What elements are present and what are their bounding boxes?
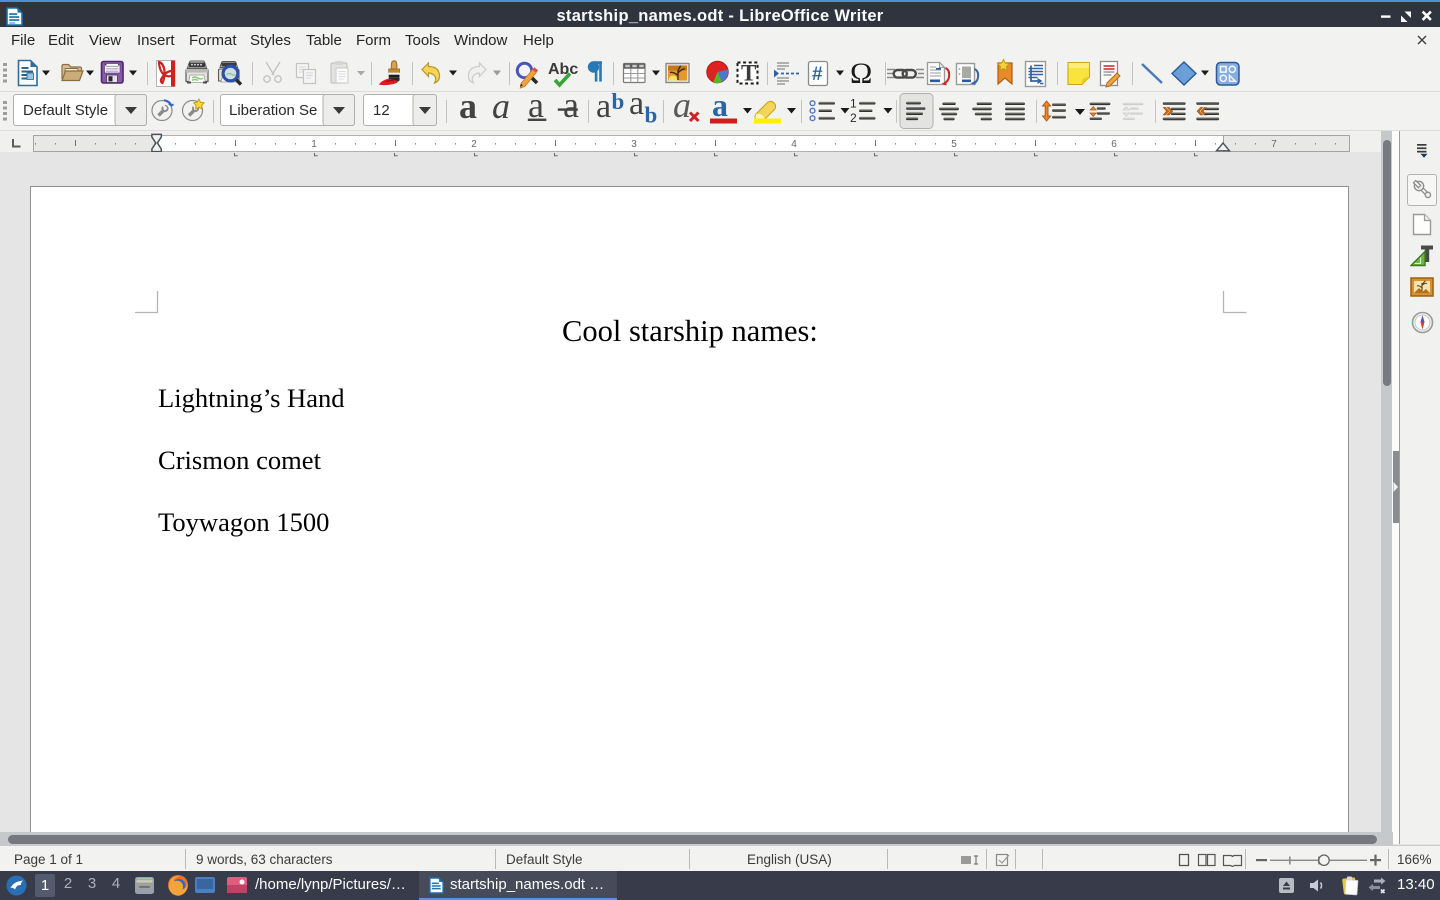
svg-text:1: 1: [311, 139, 317, 150]
svg-text:4: 4: [791, 139, 797, 150]
svg-text:a: a: [629, 92, 644, 122]
svg-text:b: b: [645, 103, 658, 128]
svg-text:1: 1: [850, 97, 857, 111]
svg-text:Ω: Ω: [850, 57, 872, 90]
svg-text:12: 12: [373, 102, 390, 119]
svg-text:2: 2: [471, 139, 477, 150]
svg-text:a: a: [492, 92, 510, 126]
svg-text:Default Style: Default Style: [23, 102, 108, 119]
svg-text:a: a: [712, 92, 728, 123]
svg-text:a: a: [673, 92, 691, 125]
svg-text:3: 3: [631, 139, 637, 150]
svg-text:Abc: Abc: [548, 61, 578, 78]
svg-text:2: 2: [850, 111, 857, 125]
svg-text:a: a: [596, 92, 611, 125]
svg-text:T: T: [741, 61, 756, 86]
svg-text:5: 5: [951, 139, 957, 150]
svg-text:6: 6: [1111, 139, 1117, 150]
svg-text:Liberation Se: Liberation Se: [229, 102, 317, 119]
svg-text:b: b: [612, 92, 625, 114]
svg-text:a: a: [459, 92, 477, 126]
svg-text:#: #: [812, 64, 823, 85]
svg-text:7: 7: [1271, 139, 1277, 150]
